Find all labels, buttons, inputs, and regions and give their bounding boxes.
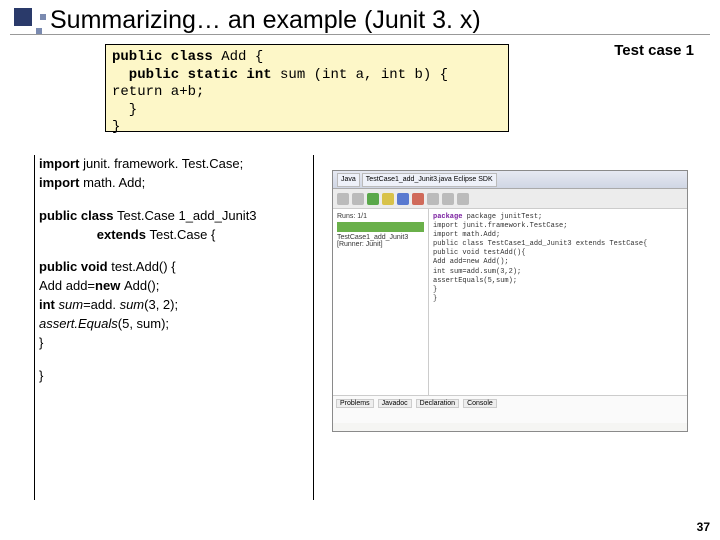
ide-perspective-tab: Java	[337, 173, 360, 187]
toolbar-icon	[397, 193, 409, 205]
eclipse-screenshot: Java TestCase1_add_Junit3.java Eclipse S…	[332, 170, 688, 432]
junit-panel: Runs: 1/1 TestCase1_add_Junit3 [Runner: …	[333, 209, 429, 395]
ide-bottom-panel: Problems Javadoc Declaration Console	[333, 395, 687, 423]
page-number: 37	[697, 520, 710, 534]
javadoc-tab: Javadoc	[378, 399, 412, 408]
square-icon	[14, 8, 32, 26]
toolbar-icon	[412, 193, 424, 205]
ide-titlebar: Java TestCase1_add_Junit3.java Eclipse S…	[333, 171, 687, 189]
toolbar-icon	[427, 193, 439, 205]
ide-toolbar	[333, 189, 687, 209]
testcase-label: Test case 1	[614, 42, 694, 59]
junit-runs-label: Runs: 1/1	[337, 213, 424, 220]
slide-title: Summarizing… an example (Junit 3. x)	[50, 6, 481, 35]
toolbar-icon	[442, 193, 454, 205]
declaration-tab: Declaration	[416, 399, 459, 408]
code-box-add-class: public class Add { public static int sum…	[105, 44, 509, 132]
ide-window-title: TestCase1_add_Junit3.java Eclipse SDK	[362, 173, 497, 187]
editor-panel: package package junitTest; import junit.…	[429, 209, 687, 395]
console-tab: Console	[463, 399, 497, 408]
run-icon	[367, 193, 379, 205]
problems-tab: Problems	[336, 399, 374, 408]
toolbar-icon	[382, 193, 394, 205]
toolbar-icon	[337, 193, 349, 205]
junit-pass-bar	[337, 222, 424, 232]
test-code-listing: import junit. framework. Test.Case; impo…	[34, 155, 314, 500]
junit-test-label: TestCase1_add_Junit3 [Runner: Junit]	[337, 234, 424, 248]
square-icon	[40, 14, 46, 20]
toolbar-icon	[352, 193, 364, 205]
toolbar-icon	[457, 193, 469, 205]
